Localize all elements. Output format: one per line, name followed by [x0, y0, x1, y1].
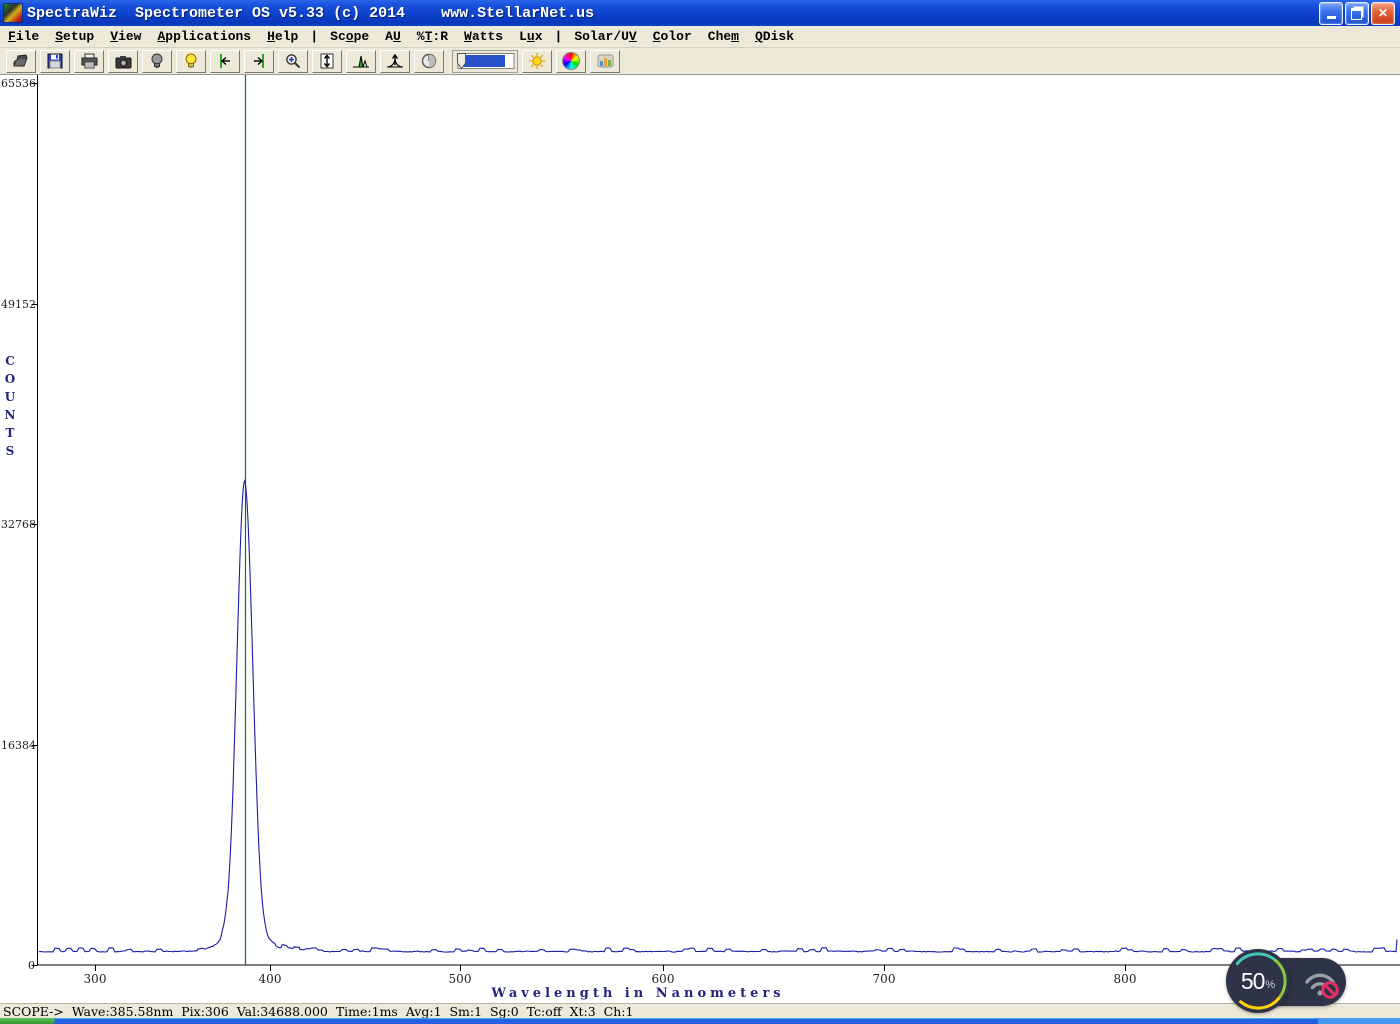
taskbar-highlight — [0, 1018, 1400, 1019]
x-tick-label: 300 — [83, 972, 107, 986]
minimize-icon — [1326, 16, 1336, 19]
y-tick-label: 16384 — [1, 738, 36, 752]
close-button[interactable]: ✕ — [1371, 1, 1395, 25]
color-wheel-button[interactable] — [556, 49, 586, 73]
x-tick-label: 700 — [872, 972, 896, 986]
lamp-off-icon — [151, 53, 163, 69]
timer-icon — [421, 53, 437, 69]
window-title-url: www.StellarNet.us — [441, 4, 595, 22]
lamp-on-button[interactable] — [176, 49, 206, 73]
menu-item-chem[interactable]: Chem — [700, 28, 747, 45]
window-title-app: SpectraWiz — [27, 4, 118, 22]
menu-item-solar-uv[interactable]: Solar/UV — [566, 28, 644, 45]
integration-time-slider[interactable] — [452, 49, 518, 73]
x-tick-label: 500 — [448, 972, 472, 986]
zoom-in-button[interactable] — [278, 49, 308, 73]
close-icon: ✕ — [1377, 6, 1389, 20]
window-title-version — [117, 5, 135, 22]
y-axis-label: COUNTS — [4, 354, 16, 458]
cursor-right-button[interactable] — [244, 49, 274, 73]
battery-percent-sign: % — [1265, 979, 1276, 991]
menu-item--t-r[interactable]: %T:R — [409, 28, 456, 45]
x-axis-label: Wavelength in Nanometers — [491, 986, 785, 1001]
x-tick-label: 400 — [258, 972, 282, 986]
sun-button[interactable] — [522, 49, 552, 73]
lamp-on-icon — [185, 53, 197, 69]
y-tick-label: 65536 — [1, 76, 36, 90]
save-button[interactable] — [40, 49, 70, 73]
titlebar: SpectraWiz Spectrometer OS v5.33 (c) 201… — [0, 0, 1400, 26]
toolbar — [0, 48, 1400, 75]
spectrum-canvas — [31, 75, 1400, 971]
menu-item-help[interactable]: Help — [259, 28, 306, 45]
menu-item-applications[interactable]: Applications — [149, 28, 259, 45]
color-wheel-icon — [562, 52, 580, 70]
color-samples-icon — [597, 54, 613, 68]
peak-graph-icon — [353, 55, 369, 68]
minimize-button[interactable] — [1319, 1, 1343, 25]
cursor-right-icon — [254, 54, 264, 68]
battery-percent: 50 % — [1226, 949, 1290, 1013]
menu-separator: | — [310, 29, 319, 44]
open-file-icon — [13, 54, 28, 67]
battery-percent-value: 50 — [1240, 967, 1266, 994]
battery-wifi-overlay: 50 % — [1226, 949, 1348, 1015]
start-button-edge[interactable] — [0, 1018, 55, 1024]
camera-button[interactable] — [108, 49, 138, 73]
sun-icon — [529, 53, 545, 69]
peak-hold-button[interactable] — [380, 49, 410, 73]
menu-item-au[interactable]: AU — [377, 28, 409, 45]
scope-trace — [38, 478, 1398, 953]
spectrawiz-window: SpectraWiz Spectrometer OS v5.33 (c) 201… — [0, 0, 1400, 1024]
cursor-left-icon — [220, 54, 230, 68]
taskbar — [0, 1018, 1400, 1024]
save-icon — [47, 53, 63, 69]
camera-icon — [115, 55, 131, 68]
wifi-disabled-icon[interactable] — [1300, 966, 1346, 1000]
peak-hold-icon — [387, 53, 403, 68]
lamp-off-button[interactable] — [142, 49, 172, 73]
window-controls: ✕ — [1319, 1, 1400, 25]
print-icon — [81, 53, 97, 69]
menu-separator: | — [554, 29, 563, 44]
y-tick-label: 32768 — [1, 517, 36, 531]
timer-button[interactable] — [414, 49, 444, 73]
autoscale-y-button[interactable] — [312, 49, 342, 73]
menu-item-lux[interactable]: Lux — [511, 28, 550, 45]
open-file-button[interactable] — [6, 49, 36, 73]
menu-item-scope[interactable]: Scope — [322, 28, 377, 45]
restore-icon — [1351, 7, 1362, 20]
menu-item-view[interactable]: View — [102, 28, 149, 45]
spectrum-plot[interactable]: COUNTS Wavelength in Nanometers 0 16384 32… — [0, 75, 1400, 1003]
status-readout: SCOPE-> Wave:385.58nm Pix:306 Val:34688.… — [3, 1003, 634, 1019]
statusbar: SCOPE-> Wave:385.58nm Pix:306 Val:34688.… — [0, 1003, 1400, 1019]
menu-item-setup[interactable]: Setup — [47, 28, 102, 45]
y-tick-label: 0 — [28, 958, 35, 972]
print-button[interactable] — [74, 49, 104, 73]
title-gap — [405, 5, 441, 22]
y-tick-label: 49152 — [1, 297, 36, 311]
cursor-left-button[interactable] — [210, 49, 240, 73]
app-icon — [3, 3, 23, 23]
color-samples-button[interactable] — [590, 49, 620, 73]
system-tray-edge — [1318, 1018, 1400, 1024]
menu-item-color[interactable]: Color — [645, 28, 700, 45]
zoom-in-icon — [286, 54, 301, 69]
window-title-version-text: Spectrometer OS v5.33 (c) 2014 — [135, 4, 406, 22]
menu-item-watts[interactable]: Watts — [456, 28, 511, 45]
peak-graph-button[interactable] — [346, 49, 376, 73]
menubar: File Setup View Applications Help | Scope AU %T:… — [0, 26, 1400, 48]
x-tick-label: 800 — [1113, 972, 1137, 986]
x-tick-label: 600 — [651, 972, 675, 986]
menu-item-file[interactable]: File — [0, 28, 47, 45]
autoscale-y-icon — [320, 53, 334, 69]
restore-button[interactable] — [1345, 1, 1369, 25]
menu-item-qdisk[interactable]: QDisk — [747, 28, 802, 45]
